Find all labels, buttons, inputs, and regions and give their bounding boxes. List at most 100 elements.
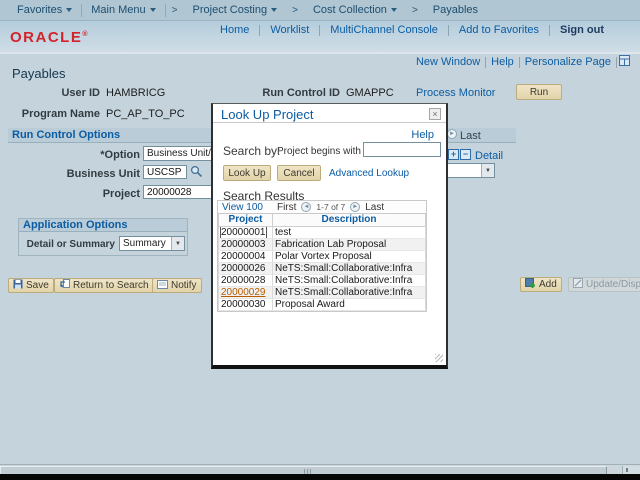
project-link[interactable]: 20000001 [221,227,266,238]
close-icon[interactable]: × [429,108,441,120]
view-100-link[interactable]: View 100 [222,202,263,213]
save-button[interactable]: Save [8,278,54,293]
program-name-value: PC_AP_TO_PC [106,108,185,120]
section-title: Run Control Options [12,129,120,141]
breadcrumb-separator: > [286,5,304,16]
breadcrumb-item-cost-collection[interactable]: Cost Collection [304,0,406,21]
project-link[interactable]: 20000030 [221,299,266,310]
add-row-button[interactable]: + [448,149,459,160]
personalize-grid-icon[interactable] [617,55,632,69]
add-to-favorites-link[interactable]: Add to Favorites [449,24,549,36]
chevron-down-icon [271,8,277,12]
user-id-value: HAMBRICG [106,87,165,99]
add-button[interactable]: Add [520,277,562,292]
description-link[interactable]: NeTS:Small:Collaborative:Infra [275,275,412,286]
detail-or-summary-select[interactable]: Summary ▼ [119,236,185,251]
modal-title: Look Up Project [221,107,314,122]
breadcrumb-item-payables[interactable]: Payables [424,0,487,21]
table-row: 20000029 NeTS:Small:Collaborative:Infra [219,286,426,298]
modal-help-link[interactable]: Help [411,129,434,141]
description-link[interactable]: NeTS:Small:Collaborative:Infra [275,263,412,274]
description-link[interactable]: Proposal Award [275,299,345,310]
process-monitor-link[interactable]: Process Monitor [416,87,495,99]
help-link[interactable]: Help [486,56,519,68]
horizontal-scrollbar[interactable] [0,464,640,474]
bottom-black-bar [0,474,640,480]
lookup-modal: Look Up Project × Help Search by: Projec… [211,103,448,369]
column-header-description[interactable]: Description [273,214,426,226]
description-link[interactable]: Fabrication Lab Proposal [275,239,386,250]
application-window: Favorites Main Menu > Project Costing > … [0,0,640,480]
breadcrumb-label: Favorites [17,4,62,16]
update-display-icon [573,278,583,291]
home-link[interactable]: Home [210,24,259,36]
return-arrow-icon [59,279,70,292]
next-page-icon[interactable]: ► [447,129,457,139]
breadcrumb-label: Cost Collection [313,4,387,16]
next-page-icon[interactable]: ► [350,202,360,212]
project-link[interactable]: 20000028 [221,275,266,286]
lookup-magnifier-icon[interactable] [190,165,203,181]
table-row: 20000028 NeTS:Small:Collaborative:Infra [219,274,426,286]
search-field-label: Project begins with [277,146,361,157]
application-options-box: Application Options Detail or Summary Su… [18,218,188,256]
description-link[interactable]: test [275,227,291,238]
utility-links: New Window Help Personalize Page [411,55,632,69]
pager-last-label[interactable]: Last [460,130,481,142]
hidden-row-select[interactable]: ▼ [443,163,495,178]
previous-page-icon[interactable]: ◄ [301,202,311,212]
breadcrumb-item-project-costing[interactable]: Project Costing [184,0,287,21]
search-input[interactable] [363,142,441,157]
chevron-down-icon [66,8,72,12]
look-up-button[interactable]: Look Up [223,165,271,181]
business-unit-label: Business Unit [60,168,140,180]
update-display-button[interactable]: Update/Display [568,277,640,292]
project-link-hovered[interactable]: 20000029 [221,287,266,298]
project-link[interactable]: 20000003 [221,239,266,250]
detail-or-summary-label: Detail or Summary [23,239,115,250]
column-header-project[interactable]: Project [219,214,273,226]
delete-row-button[interactable]: − [460,149,471,160]
detail-or-summary-value: Summary [120,238,171,249]
description-link[interactable]: NeTS:Small:Collaborative:Infra [275,287,412,298]
user-id-label: User ID [30,87,100,99]
application-options-header: Application Options [19,219,187,232]
return-to-search-button[interactable]: Return to Search [54,278,154,293]
breadcrumb-item-main-menu[interactable]: Main Menu [82,0,164,21]
business-unit-input[interactable] [143,165,187,179]
notify-icon [157,280,168,292]
results-grid: View 100 First ◄ 1-7 of 7 ► Last Project… [217,200,427,312]
resize-handle-icon[interactable] [435,354,443,362]
table-header-row: Project Description [219,214,426,226]
section-title: Application Options [23,219,128,231]
description-link[interactable]: Polar Vortex Proposal [275,251,372,262]
project-link[interactable]: 20000026 [221,263,266,274]
program-name-label: Program Name [20,108,100,120]
personalize-page-link[interactable]: Personalize Page [520,56,616,68]
table-row: 20000001 test [219,226,426,238]
run-button[interactable]: Run [516,84,562,100]
search-by-label: Search by: [223,144,280,158]
new-window-link[interactable]: New Window [411,56,485,68]
cancel-button[interactable]: Cancel [277,165,321,181]
modal-title-bar: Look Up Project × [213,104,446,123]
advanced-lookup-link[interactable]: Advanced Lookup [329,168,409,179]
option-label: *Option [70,149,140,161]
save-icon [13,279,23,292]
breadcrumb-item-favorites[interactable]: Favorites [8,0,81,21]
table-row: 20000004 Polar Vortex Proposal [219,250,426,262]
add-icon [525,278,536,292]
last-label[interactable]: Last [365,202,384,213]
breadcrumb-separator: > [406,5,424,16]
first-label[interactable]: First [277,202,296,213]
detail-link[interactable]: Detail [475,150,503,162]
notify-button[interactable]: Notify [152,278,202,293]
breadcrumb-label: Payables [433,4,478,16]
worklist-link[interactable]: Worklist [260,24,319,36]
sign-out-link[interactable]: Sign out [550,24,614,36]
multichannel-console-link[interactable]: MultiChannel Console [320,24,448,36]
chevron-down-icon: ▼ [481,164,494,177]
project-link[interactable]: 20000004 [221,251,266,262]
header-rule [0,52,640,54]
grid-navigation: View 100 First ◄ 1-7 of 7 ► Last [218,201,426,214]
